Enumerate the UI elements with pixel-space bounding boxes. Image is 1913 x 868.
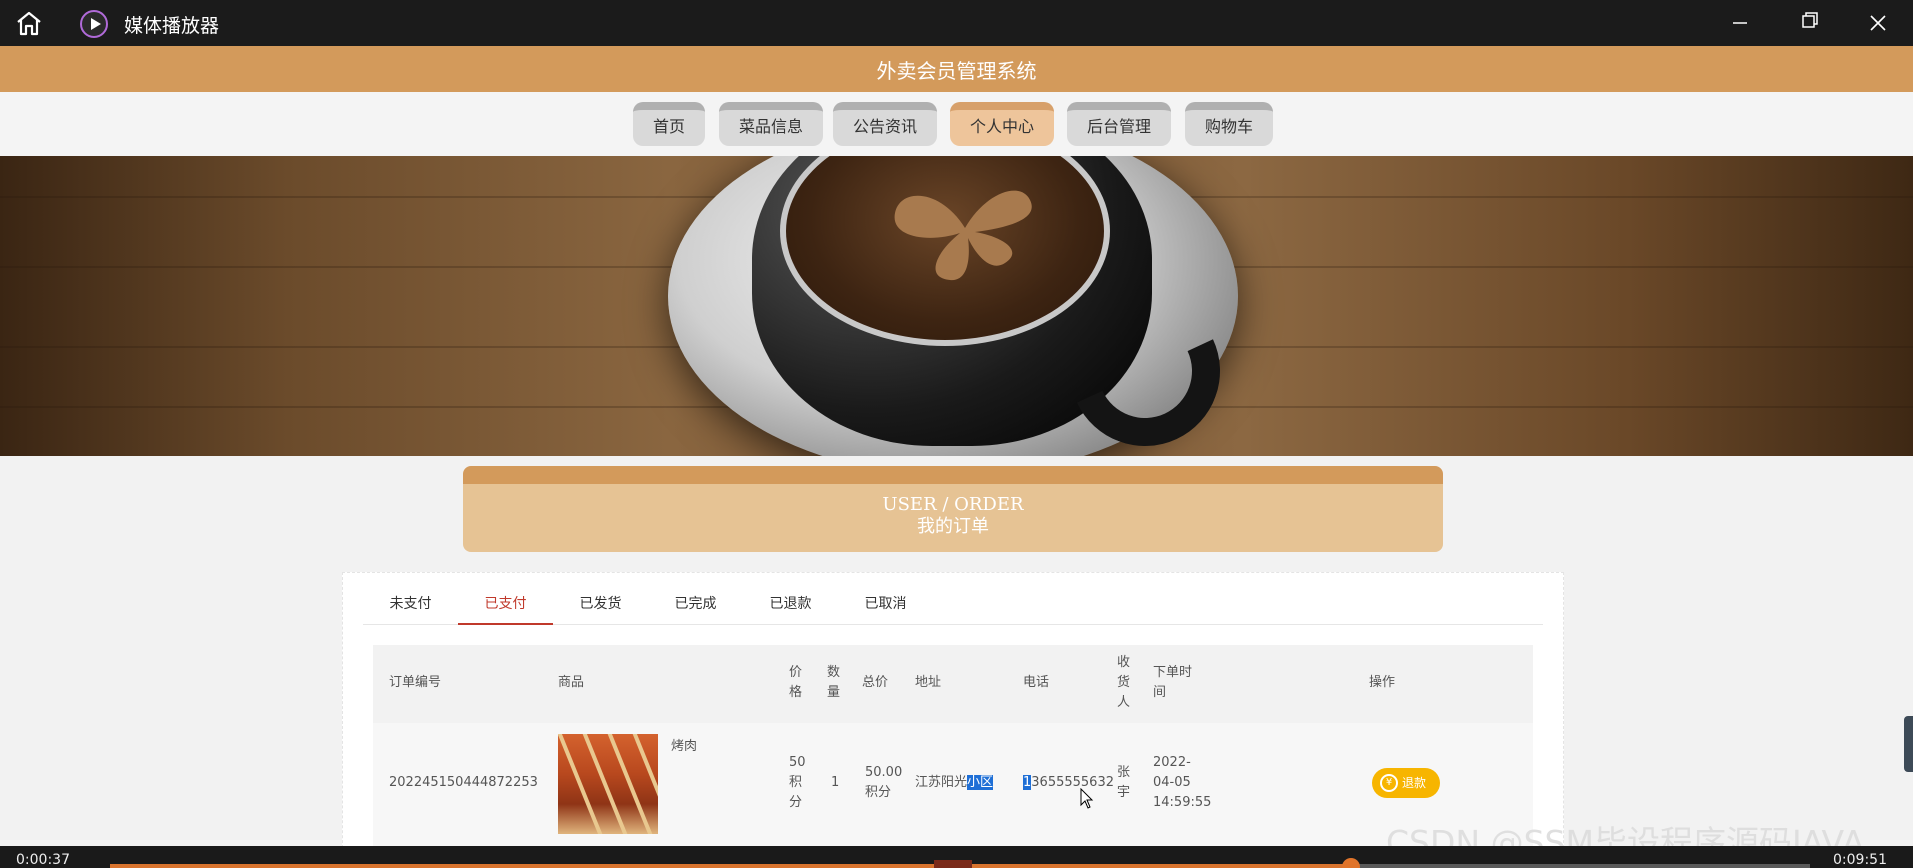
- nav-item-dishes[interactable]: 菜品信息: [719, 102, 823, 146]
- mouse-cursor-icon: [1080, 788, 1094, 809]
- nav-item-news[interactable]: 公告资讯: [833, 102, 937, 146]
- nav-item-home[interactable]: 首页: [633, 102, 705, 146]
- total-cell: 50.00 积分: [865, 765, 903, 800]
- orders-table: 订单编号 商品 价格 数量 总价 地址 电话 收货人 下单时间 操作 20224…: [373, 645, 1533, 868]
- seek-marker: [934, 860, 972, 868]
- window-title: 媒体播放器: [124, 15, 220, 37]
- section-header: USER / ORDER 我的订单: [463, 466, 1443, 552]
- nav-item-user-center[interactable]: 个人中心: [950, 102, 1054, 146]
- address-cell: 江苏阳光小区: [915, 775, 994, 790]
- site-title: 外卖会员管理系统: [876, 59, 1037, 83]
- side-panel-handle[interactable]: [1904, 716, 1913, 772]
- product-image: [558, 734, 658, 834]
- butterfly-foam-graphic: [894, 190, 1032, 281]
- home-icon[interactable]: [14, 9, 44, 37]
- th-order-time: 下单时间: [1153, 665, 1193, 700]
- media-player-bar: 0:00:37 0:09:51: [0, 846, 1913, 868]
- window-titlebar: 媒体播放器: [0, 0, 1913, 46]
- refund-button[interactable]: ¥ 退款: [1372, 768, 1440, 798]
- th-price: 价格: [789, 665, 803, 700]
- table-header: 订单编号 商品 价格 数量 总价 地址 电话 收货人 下单时间 操作: [373, 645, 1533, 723]
- close-icon[interactable]: [1850, 0, 1906, 46]
- media-player-icon: [80, 10, 108, 38]
- th-qty: 数量: [827, 665, 841, 700]
- main-nav: 首页 菜品信息 公告资讯 个人中心 后台管理 购物车: [0, 92, 1913, 156]
- phone-cell: 13655555632: [1023, 775, 1114, 790]
- order-time-cell: 2022- 04-05 14:59:55: [1153, 755, 1212, 810]
- time-total: 0:09:51: [1833, 852, 1887, 868]
- refund-button-label: 退款: [1402, 776, 1427, 790]
- th-product: 商品: [558, 675, 585, 690]
- orders-panel: 未支付 已支付 已发货 已完成 已退款 已取消 订单编号 商品 价格 数量 总价…: [342, 572, 1564, 868]
- seek-progress: [110, 864, 1351, 868]
- tab-refunded[interactable]: 已退款: [743, 573, 838, 625]
- order-number: 202245150444872253: [389, 775, 538, 790]
- tab-cancelled[interactable]: 已取消: [838, 573, 933, 625]
- product-name[interactable]: 烤肉: [671, 737, 697, 757]
- tab-unpaid[interactable]: 未支付: [363, 573, 458, 625]
- banner-image: [0, 156, 1913, 456]
- th-phone: 电话: [1023, 675, 1050, 690]
- order-status-tabs: 未支付 已支付 已发货 已完成 已退款 已取消: [363, 573, 1543, 625]
- th-address: 地址: [915, 675, 942, 690]
- time-elapsed: 0:00:37: [16, 852, 70, 868]
- section-title-cn: 我的订单: [917, 516, 989, 537]
- maximize-icon[interactable]: [1780, 0, 1836, 46]
- receiver-cell: 张宇: [1117, 765, 1131, 800]
- th-action: 操作: [1369, 675, 1396, 690]
- section-title-en: USER / ORDER: [882, 494, 1024, 515]
- nav-item-admin[interactable]: 后台管理: [1067, 102, 1171, 146]
- tab-completed[interactable]: 已完成: [648, 573, 743, 625]
- minimize-icon[interactable]: [1712, 0, 1768, 46]
- th-order-no: 订单编号: [389, 675, 442, 690]
- tab-paid[interactable]: 已支付: [458, 573, 553, 625]
- nav-item-cart[interactable]: 购物车: [1185, 102, 1273, 146]
- yen-icon: ¥: [1380, 774, 1398, 792]
- site-header: 外卖会员管理系统: [0, 46, 1913, 92]
- th-receiver: 收货人: [1117, 655, 1131, 710]
- price-cell: 50 积分: [789, 755, 806, 810]
- tab-shipped[interactable]: 已发货: [553, 573, 648, 625]
- th-total: 总价: [862, 675, 889, 690]
- seek-knob[interactable]: [1342, 858, 1360, 868]
- quantity-cell: 1: [831, 775, 840, 790]
